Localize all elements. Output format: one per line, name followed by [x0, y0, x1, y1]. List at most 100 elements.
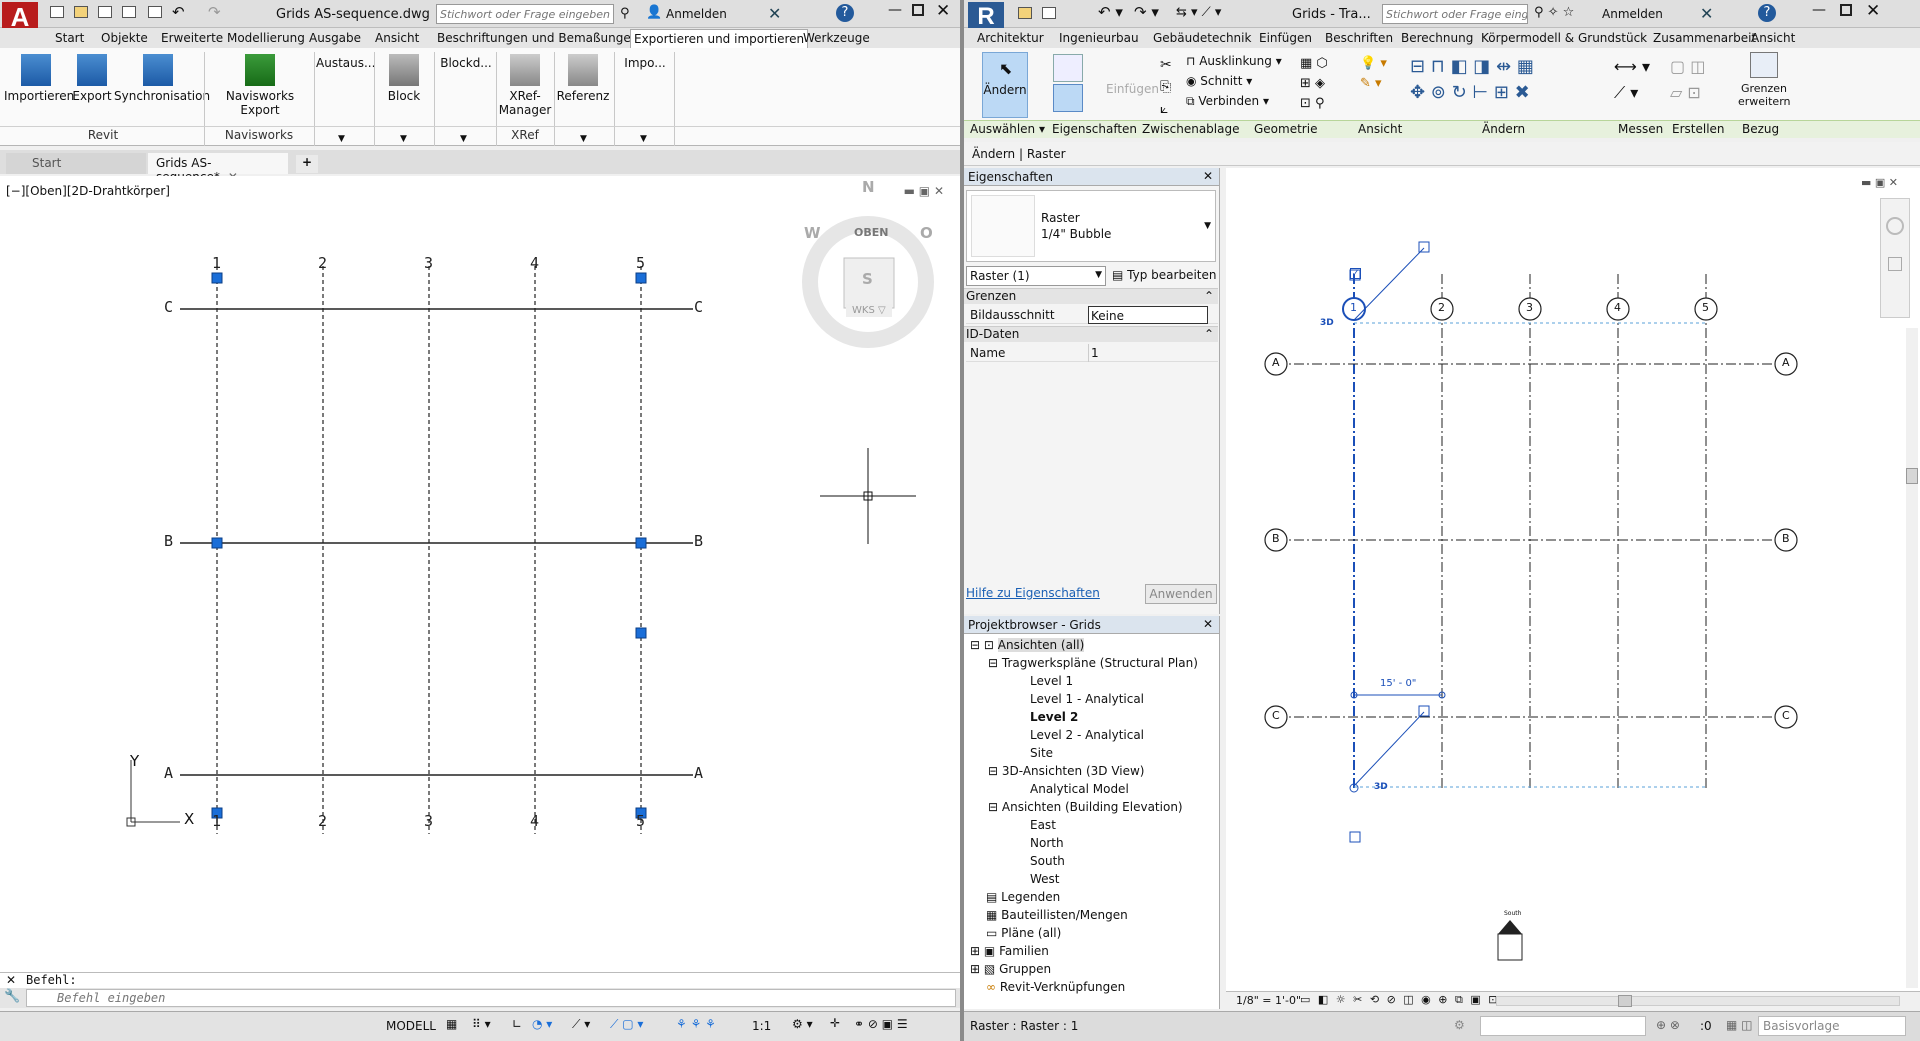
- collapse-icon[interactable]: ⊟: [988, 764, 998, 778]
- tree-item[interactable]: South: [1030, 852, 1065, 870]
- minimize-icon[interactable]: —: [888, 2, 902, 18]
- importieren-button[interactable]: Importieren: [4, 54, 74, 103]
- tab-ausgabe[interactable]: Ausgabe: [306, 29, 364, 48]
- save-icon[interactable]: [98, 6, 112, 18]
- exchange-icon[interactable]: ✕: [1700, 4, 1713, 23]
- tab-objekte[interactable]: Objekte: [98, 29, 151, 48]
- tab-einfuegen[interactable]: Einfügen: [1256, 29, 1315, 48]
- measure-tools[interactable]: ⟷ ▾ ⟋ ▾: [1614, 54, 1650, 106]
- tab-beschriftungen[interactable]: Beschriftungen und Bemaßungen: [434, 29, 641, 48]
- tree-item[interactable]: Level 2: [1030, 708, 1078, 726]
- maximize-icon[interactable]: [912, 4, 924, 16]
- instance-filter[interactable]: Raster (1) ▼: [966, 266, 1106, 286]
- wrench-icon[interactable]: 🔧: [4, 989, 20, 1004]
- type-selector[interactable]: Raster 1/4" Bubble ▼: [966, 190, 1216, 262]
- tab-beschriften[interactable]: Beschriften: [1322, 29, 1396, 48]
- clipboard-tools[interactable]: ✂ ⎘ ⟀: [1160, 54, 1180, 120]
- tree-item[interactable]: East: [1030, 816, 1056, 834]
- einfuegen-button[interactable]: Einfügen: [1106, 52, 1159, 96]
- tree-item[interactable]: ⊞ ▣ Familien: [970, 942, 1049, 960]
- viewcube-o[interactable]: O: [920, 224, 933, 242]
- snap-toggle-icon[interactable]: ⠿ ▾: [472, 1017, 491, 1031]
- save-icon[interactable]: [1042, 7, 1056, 19]
- tab-koerpermodell[interactable]: Körpermodell & Grundstück: [1478, 29, 1650, 48]
- collapse-icon[interactable]: ⊟: [988, 656, 998, 670]
- status-misc-icons[interactable]: ⚭ ⊘ ▣ ☰: [854, 1017, 908, 1031]
- file-tab-start[interactable]: Start: [6, 153, 146, 174]
- measure-icon[interactable]: ⇆ ▾ ⟋ ▾: [1176, 5, 1221, 20]
- navisworks-export-button[interactable]: Navisworks Export: [208, 54, 312, 117]
- workset-icon[interactable]: ⚙: [1454, 1018, 1465, 1032]
- view-control-icons[interactable]: ▭ ◧ ☼ ✂ ⟲ ⊘ ◫ ◉ ⊕ ⧉ ▣ ⊡ ‹: [1300, 993, 1511, 1007]
- viewcube-n[interactable]: N: [862, 178, 875, 196]
- group-grenzen[interactable]: Grenzen ⌃: [964, 288, 1218, 304]
- close-icon[interactable]: ✕: [936, 1, 950, 21]
- tree-item[interactable]: ⊟ 3D-Ansichten (3D View): [988, 762, 1144, 780]
- grid-toggle-icon[interactable]: ▦: [446, 1017, 457, 1031]
- exchange-icon[interactable]: ✕: [768, 4, 781, 23]
- design-option-selector[interactable]: Basisvorlage: [1758, 1016, 1906, 1036]
- modify-tools[interactable]: ⊟ ⊓ ◧ ◨ ⇹ ▦ ✥ ⊚ ↻ ⊢ ⊞ ✖: [1410, 54, 1534, 106]
- scroll-thumb[interactable]: [1618, 995, 1632, 1007]
- tree-item[interactable]: ⊟ Ansichten (Building Elevation): [988, 798, 1183, 816]
- properties-button[interactable]: [1048, 52, 1088, 118]
- undo-icon[interactable]: ↶ ▾: [1098, 3, 1123, 21]
- open-icon[interactable]: [1018, 7, 1032, 19]
- close-icon[interactable]: ✕: [1866, 1, 1880, 21]
- grip[interactable]: [211, 272, 223, 284]
- blockdefinition-button[interactable]: Blockd...: [436, 56, 496, 70]
- close-browser-icon[interactable]: ✕: [1203, 617, 1213, 631]
- tree-item[interactable]: ▦ Bauteillisten/Mengen: [986, 906, 1128, 924]
- schnitt-button[interactable]: ◉ Schnitt ▾: [1186, 74, 1252, 88]
- file-tab-active[interactable]: Grids AS-sequence*✕: [148, 153, 288, 184]
- autocad-search-input[interactable]: [436, 4, 614, 24]
- grenzen-erweitern-button[interactable]: Grenzen erweitern: [1738, 52, 1791, 108]
- collapse-icon[interactable]: ⊟: [970, 638, 980, 652]
- polar-icon[interactable]: ◔ ▾: [532, 1017, 552, 1031]
- group-id-daten[interactable]: ID-Daten ⌃: [964, 326, 1218, 342]
- tree-item[interactable]: Level 2 - Analytical: [1030, 726, 1144, 744]
- plus-icon[interactable]: ✛: [830, 1016, 840, 1030]
- expand-icon[interactable]: ⊞: [970, 944, 980, 958]
- workset-selector[interactable]: [1480, 1016, 1646, 1036]
- xref-manager-button[interactable]: XRef- Manager: [498, 54, 552, 117]
- close-command-icon[interactable]: ✕: [6, 973, 16, 987]
- help-properties-link[interactable]: Hilfe zu Eigenschaften: [966, 586, 1100, 600]
- impo-dropdown-icon[interactable]: ▼: [640, 134, 647, 144]
- bildausschnitt-value[interactable]: Keine: [1088, 306, 1208, 324]
- revit-bubble-1[interactable]: 1: [1350, 301, 1357, 314]
- ortho-icon[interactable]: ∟: [512, 1017, 522, 1031]
- tab-start[interactable]: Start: [52, 29, 87, 48]
- grip[interactable]: [635, 537, 647, 549]
- apply-button[interactable]: Anwenden: [1145, 584, 1217, 604]
- tab-gebaeudetechnik[interactable]: Gebäudetechnik: [1150, 29, 1254, 48]
- tree-item[interactable]: Level 1: [1030, 672, 1073, 690]
- view-tools[interactable]: 💡 ▾ ✎ ▾: [1360, 54, 1387, 94]
- tree-item[interactable]: Site: [1030, 744, 1053, 762]
- austausch-dropdown-icon[interactable]: ▼: [338, 134, 345, 144]
- grip[interactable]: [635, 272, 647, 284]
- import-more-button[interactable]: Impo...: [618, 56, 672, 70]
- grip[interactable]: [211, 537, 223, 549]
- geometry-tools[interactable]: ▦ ⬡ ⊞ ◈ ⊡ ⚲: [1300, 54, 1328, 114]
- tree-item[interactable]: ⊟ Tragwerkspläne (Structural Plan): [988, 654, 1198, 672]
- design-options-icon[interactable]: ▦ ◫: [1726, 1018, 1753, 1032]
- status-icons[interactable]: ⊕ ⊗: [1656, 1018, 1680, 1032]
- tree-item[interactable]: North: [1030, 834, 1064, 852]
- vscroll-thumb[interactable]: [1906, 468, 1918, 484]
- name-value[interactable]: 1: [1088, 344, 1208, 362]
- minimize-icon[interactable]: —: [1812, 2, 1826, 18]
- tab-ingenieurbau[interactable]: Ingenieurbau: [1056, 29, 1142, 48]
- type-dropdown-icon[interactable]: ▼: [1204, 221, 1211, 231]
- collapse-icon[interactable]: ⊟: [988, 800, 998, 814]
- new-tab-button[interactable]: +: [296, 155, 318, 173]
- block-button[interactable]: Block: [380, 54, 428, 103]
- autocad-drawing-area[interactable]: [−][Oben][2D-Drahtkörper] ▬ ▣ ✕ N S W O …: [0, 176, 960, 972]
- bubble-elbow[interactable]: [1349, 241, 1446, 843]
- ausklinkung-button[interactable]: ⊓ Ausklinkung ▾: [1186, 54, 1282, 68]
- referenz-dropdown-icon[interactable]: ▼: [580, 134, 587, 144]
- viewcube-top[interactable]: OBEN: [854, 226, 888, 239]
- tab-zusammenarbeit[interactable]: Zusammenarbeit: [1650, 29, 1759, 48]
- close-properties-icon[interactable]: ✕: [1203, 169, 1213, 183]
- revit-search-input[interactable]: [1382, 4, 1528, 24]
